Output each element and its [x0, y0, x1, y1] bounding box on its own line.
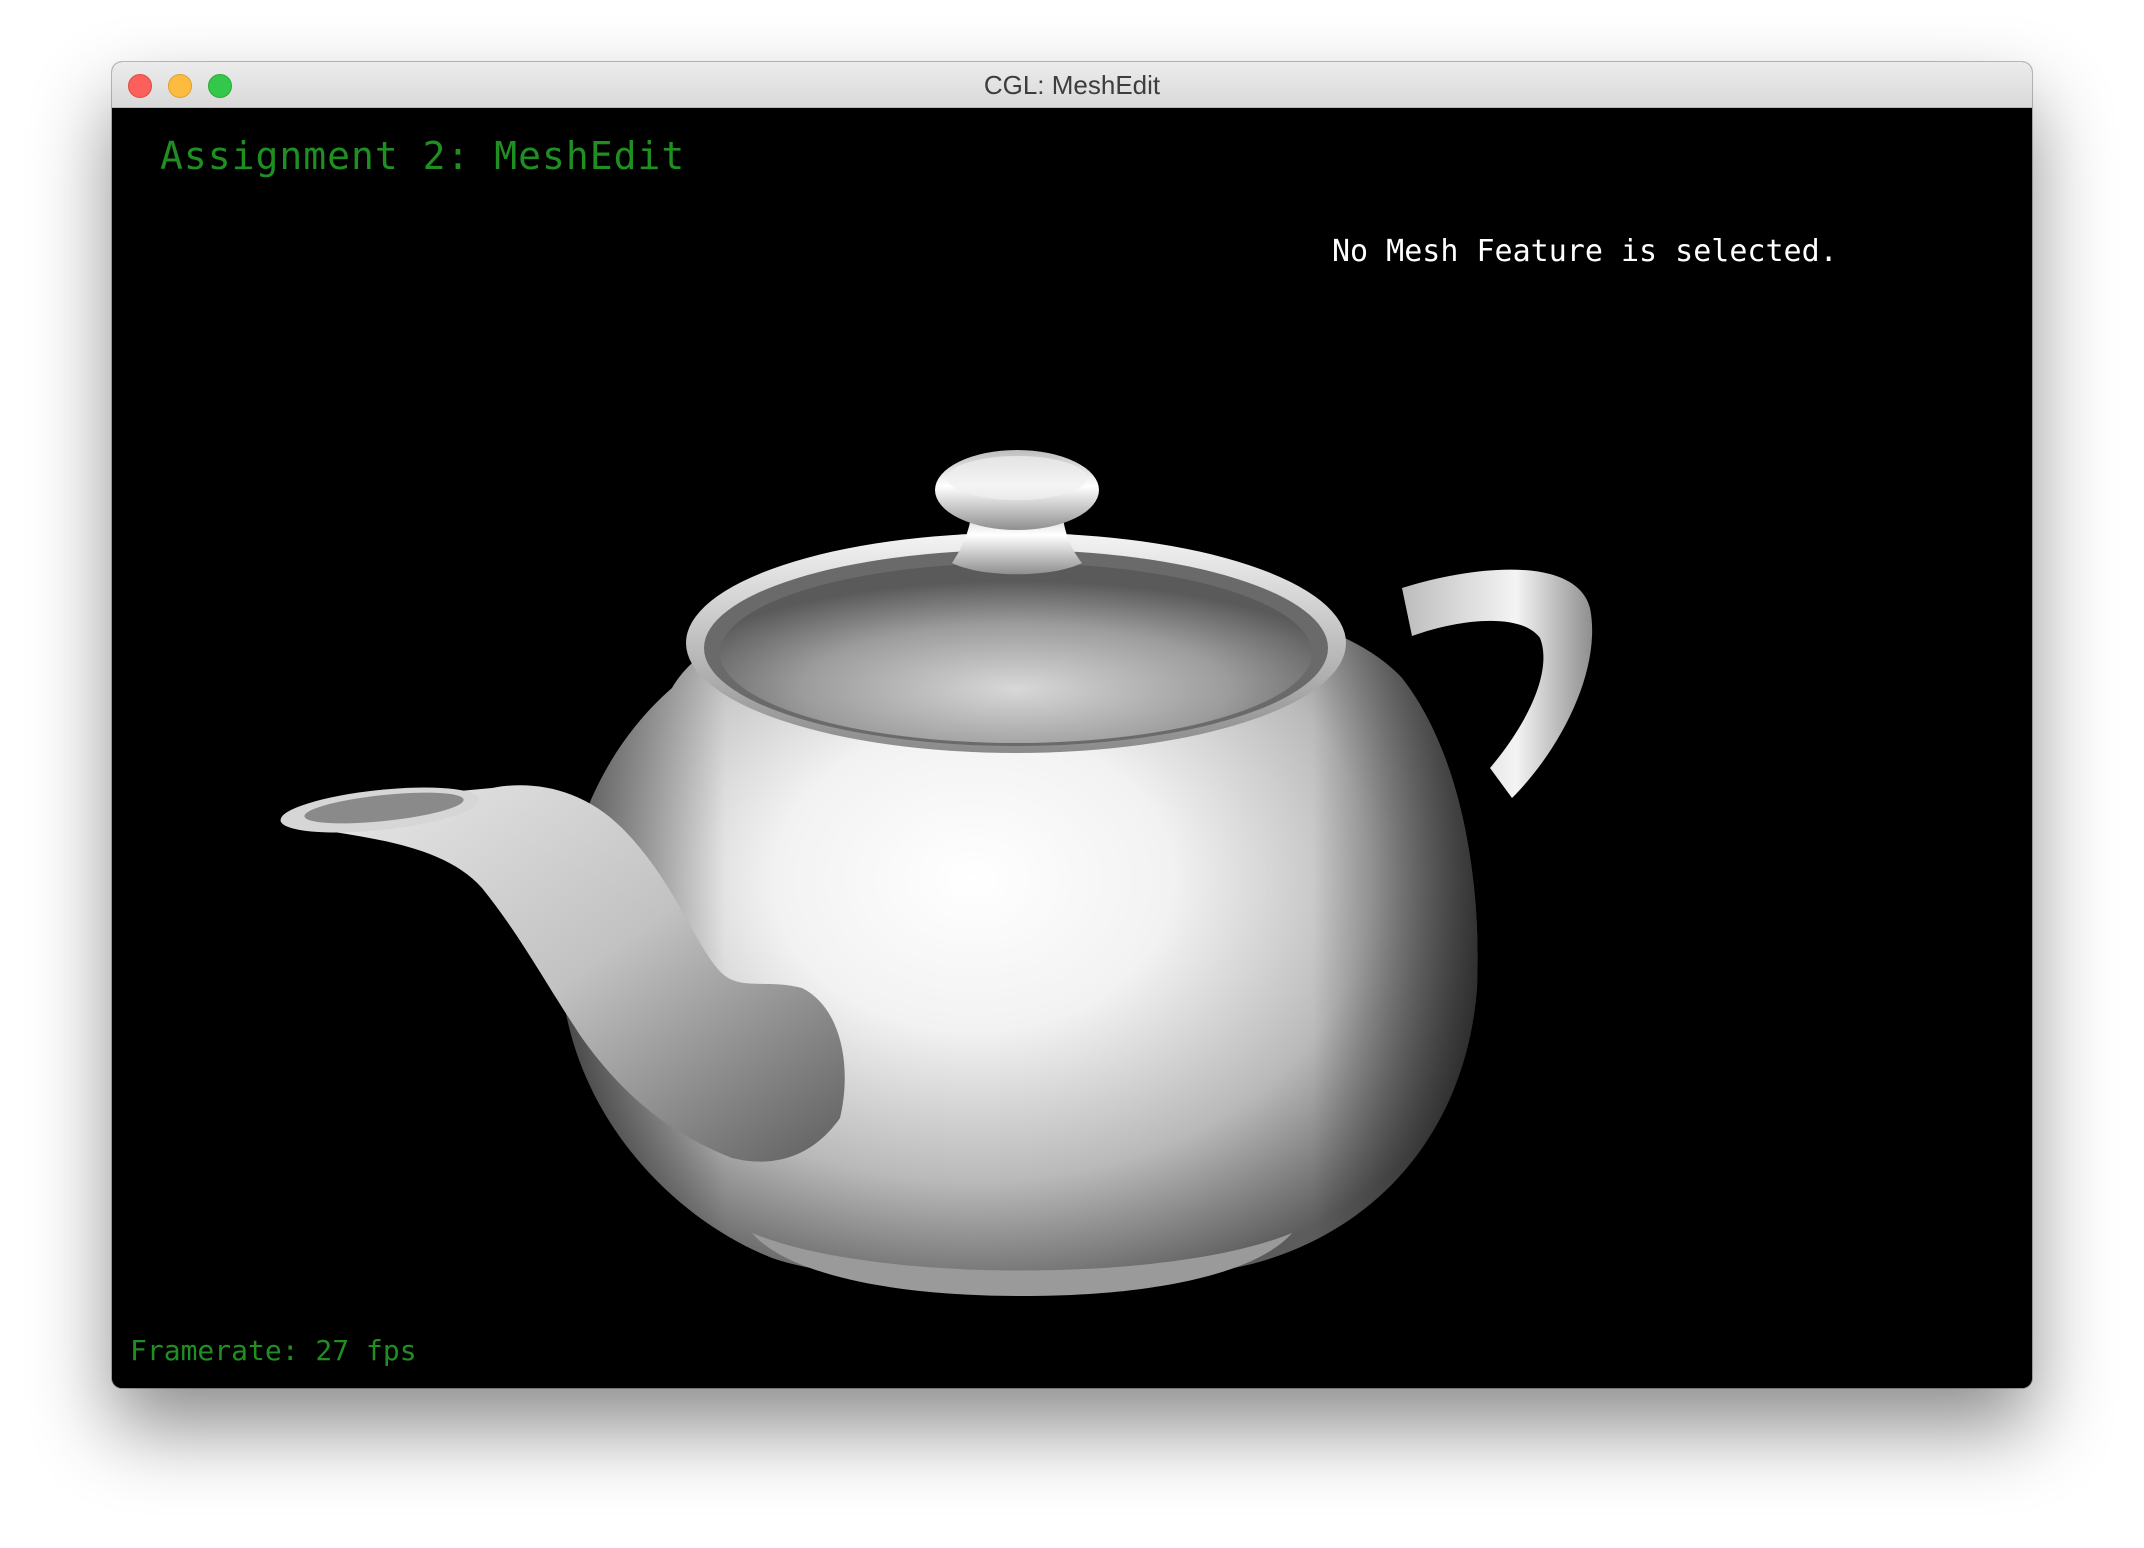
render-viewport[interactable]: Assignment 2: MeshEdit No Mesh Feature i…	[112, 108, 2032, 1388]
window-title: CGL: MeshEdit	[983, 70, 1161, 100]
teapot-lid	[720, 563, 1312, 743]
selection-status-text: No Mesh Feature is selected.	[1332, 234, 1838, 269]
assignment-title: Assignment 2: MeshEdit	[160, 134, 686, 178]
framerate-readout: Framerate: 27 fps	[130, 1334, 417, 1367]
title-bar[interactable]: CGL: MeshEdit	[112, 62, 2032, 108]
teapot-mesh[interactable]	[112, 108, 2032, 1388]
app-window: CGL: MeshEdit Assignment 2: MeshEdit No …	[112, 62, 2032, 1388]
